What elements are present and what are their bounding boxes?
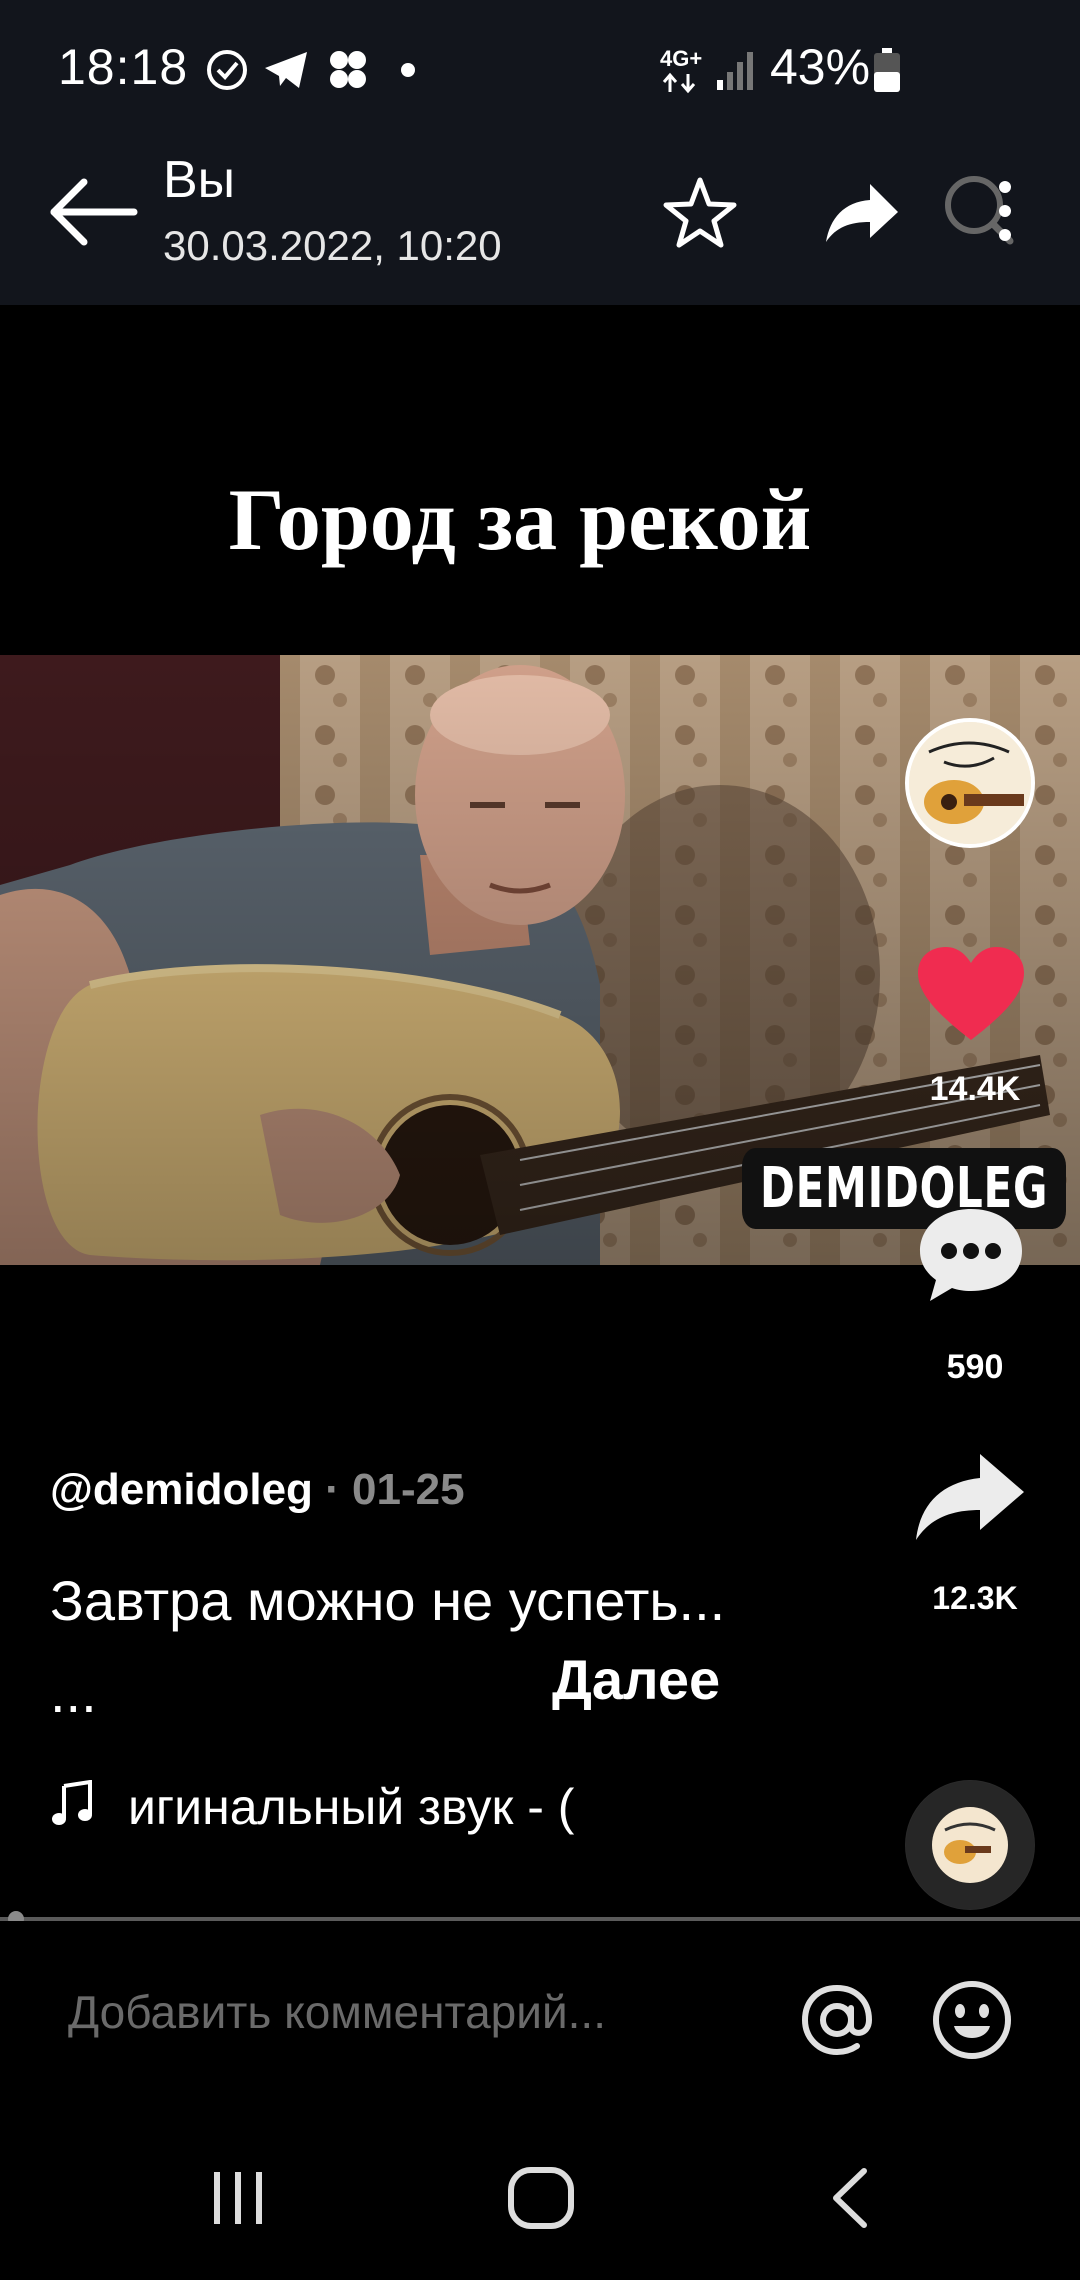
clover-icon (330, 51, 366, 88)
avatar-image (909, 722, 1031, 844)
back-button[interactable] (44, 170, 144, 270)
recents-button[interactable] (208, 2170, 268, 2226)
dot-icon (401, 63, 415, 77)
system-back-button[interactable] (820, 2165, 880, 2231)
caption-more-link[interactable]: Далее (552, 1647, 720, 1712)
music-disc[interactable] (905, 1780, 1035, 1910)
mention-button[interactable] (797, 1980, 877, 2060)
like-button[interactable] (916, 945, 1026, 1045)
forward-button[interactable] (822, 172, 902, 252)
music-title[interactable]: игинальный звук - ( (128, 1778, 658, 1848)
forward-icon (826, 184, 898, 242)
back-icon (833, 2168, 867, 2228)
emoji-icon (933, 1981, 1011, 2059)
heart-icon (918, 947, 1024, 1040)
more-options-button[interactable] (990, 175, 1020, 255)
share-count: 12.3K (932, 1580, 1018, 1616)
recents-icon (214, 2172, 262, 2224)
star-button[interactable] (660, 172, 740, 252)
message-datetime: 30.03.2022, 10:20 (163, 222, 502, 269)
comment-bubble-icon (920, 1209, 1022, 1301)
music-note-icon (52, 1780, 92, 1825)
music-disc-icon (906, 1781, 1034, 1909)
post-date: 01-25 (352, 1465, 465, 1514)
back-arrow-icon (50, 178, 138, 246)
comments-button[interactable] (916, 1205, 1026, 1305)
at-sign-icon (801, 1984, 873, 2056)
author-avatar[interactable] (905, 718, 1035, 848)
more-vertical-icon (999, 181, 1011, 241)
video-title: Город за рекой (228, 472, 812, 569)
author-line: @demidoleg · 01-25 (50, 1465, 465, 1515)
chat-title: Вы (163, 151, 236, 209)
battery-icon (874, 48, 900, 92)
home-button[interactable] (505, 2162, 577, 2234)
comment-input[interactable] (68, 1985, 768, 2039)
network-type-label: 4G+ (660, 46, 703, 71)
share-arrow-icon (916, 1454, 1024, 1540)
emoji-button[interactable] (930, 1978, 1014, 2062)
chat-header (0, 140, 1080, 305)
like-count: 14.4K (929, 1070, 1021, 1108)
home-icon (508, 2167, 574, 2229)
star-icon (663, 177, 737, 248)
author-handle[interactable]: @demidoleg (50, 1465, 313, 1514)
battery-percent: 43% (770, 39, 871, 95)
checkmark-circle-icon (207, 50, 247, 90)
date-separator: · (312, 1465, 353, 1514)
data-arrows-icon (662, 72, 696, 94)
signal-icon (717, 52, 753, 90)
telegram-icon (265, 52, 307, 88)
status-time: 18:18 (58, 39, 189, 95)
comment-count: 590 (946, 1348, 1004, 1386)
share-button[interactable] (912, 1450, 1028, 1545)
